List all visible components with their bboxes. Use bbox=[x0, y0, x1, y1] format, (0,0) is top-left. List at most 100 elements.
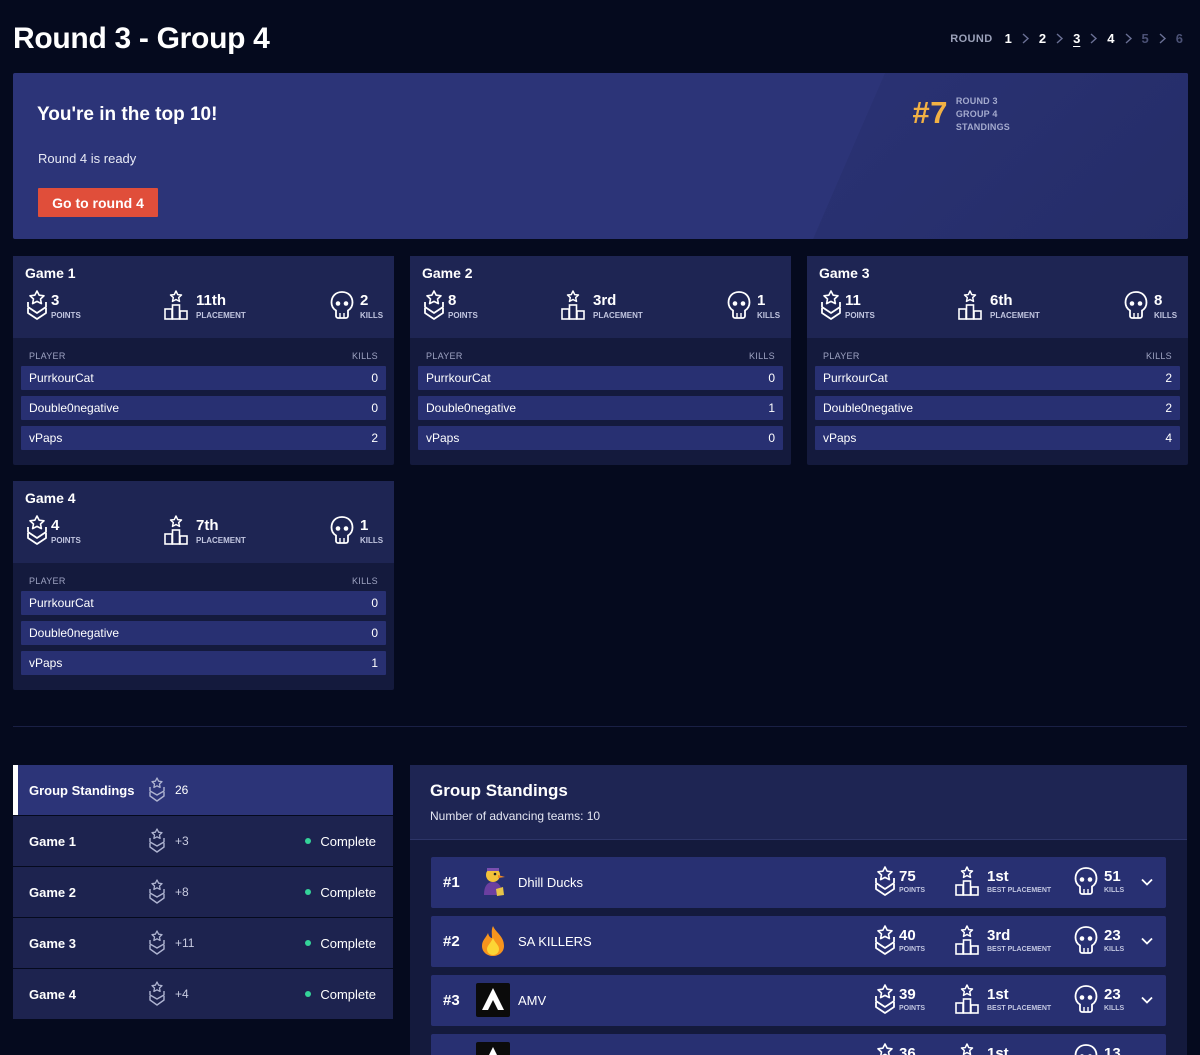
side-item-game-4[interactable]: Game 4 +4 Complete bbox=[13, 969, 393, 1019]
kills-stat: 13KILLS bbox=[1074, 1043, 1124, 1055]
placement-value: 3rd bbox=[593, 292, 617, 309]
player-row: Double0negative 2 bbox=[815, 396, 1180, 420]
team-name: Dhill Ducks bbox=[518, 875, 584, 890]
points-value: 3 bbox=[51, 292, 60, 309]
player-column-header: PLAYER bbox=[29, 576, 66, 586]
points-icon bbox=[27, 290, 47, 320]
placement-stat: 7th PLACEMENT bbox=[164, 515, 246, 547]
status-dot-icon bbox=[305, 991, 312, 997]
team-row[interactable]: #2 SA KILLERS 40 POINTS 3rd BEST PLACEMENT 23 K… bbox=[431, 916, 1166, 967]
player-row: PurrkourCat 0 bbox=[21, 366, 386, 390]
game-card: Game 4 4 POINTS 7th PLACEMENT 1 KILLS PLAYER KIL… bbox=[13, 481, 394, 690]
placement-label: PLACEMENT bbox=[990, 311, 1040, 320]
side-item-game-3[interactable]: Game 3 +11 Complete bbox=[13, 918, 393, 968]
points-stat: 4 POINTS bbox=[25, 515, 81, 547]
round-link-2[interactable]: 2 bbox=[1036, 31, 1049, 46]
round-link-3[interactable]: 3 bbox=[1070, 31, 1083, 46]
team-logo-icon bbox=[476, 1042, 510, 1055]
best-placement-value: 1st bbox=[987, 868, 1009, 885]
team-name: AMV bbox=[518, 993, 547, 1008]
player-kills: 2 bbox=[1165, 371, 1172, 385]
round-link-1[interactable]: 1 bbox=[1002, 31, 1015, 46]
player-column-header: PLAYER bbox=[823, 351, 860, 361]
points-icon bbox=[875, 925, 895, 955]
kills-stat: 51 KILLS bbox=[1074, 866, 1124, 898]
player-kills-table: PLAYER KILLS PurrkourCat 2 Double0negative 2 v… bbox=[815, 351, 1180, 456]
side-item-game-2[interactable]: Game 2 +8 Complete bbox=[13, 867, 393, 917]
round-navigation: ROUND 1 2 3 4 5 6 bbox=[950, 31, 1186, 46]
group-standings-panel: Group Standings Number of advancing team… bbox=[410, 765, 1187, 1055]
round-link-5: 5 bbox=[1141, 31, 1149, 46]
chevron-right-icon bbox=[1020, 33, 1031, 44]
team-row[interactable]: #3 AMV 39 POINTS 1st BEST PLACEMENT 23 KILLS bbox=[431, 975, 1166, 1026]
points-stat: 36POINTS bbox=[873, 1043, 925, 1055]
player-row: vPaps 1 bbox=[21, 651, 386, 675]
side-item-game-1[interactable]: Game 1 +3 Complete bbox=[13, 816, 393, 866]
points-label: POINTS bbox=[899, 946, 926, 953]
banner-title: You're in the top 10! bbox=[37, 104, 218, 125]
round-label: ROUND bbox=[950, 32, 993, 45]
player-kills: 0 bbox=[371, 401, 378, 415]
player-kills: 4 bbox=[1165, 431, 1172, 445]
team-row[interactable]: #1 Dhill Ducks 75 POINTS 1st BEST PLACEMENT 51… bbox=[431, 857, 1166, 908]
player-row: Double0negative 1 bbox=[418, 396, 783, 420]
best-placement-label: BEST PLACEMENT bbox=[987, 946, 1052, 953]
player-kills: 0 bbox=[371, 626, 378, 640]
side-item-points: 26 bbox=[175, 783, 189, 797]
points-value: 39 bbox=[899, 986, 916, 1003]
points-icon bbox=[27, 515, 47, 545]
standings-title: Group Standings bbox=[430, 781, 568, 800]
team-rank: #2 bbox=[443, 933, 460, 950]
placement-label: PLACEMENT bbox=[196, 311, 246, 320]
chevron-down-icon[interactable] bbox=[1140, 993, 1154, 1007]
round-link-4[interactable]: 4 bbox=[1104, 31, 1117, 46]
kills-value: 1 bbox=[757, 292, 766, 309]
player-kills: 0 bbox=[371, 371, 378, 385]
kills-stat: 23 KILLS bbox=[1074, 925, 1124, 957]
table-header: PLAYER KILLS bbox=[21, 351, 386, 361]
side-item-group-standings[interactable]: Group Standings 26 bbox=[13, 765, 393, 815]
points-stat: 3 POINTS bbox=[25, 290, 81, 322]
status-text: Complete bbox=[320, 986, 376, 1002]
status-badge: Complete bbox=[305, 834, 376, 849]
skull-icon bbox=[1074, 867, 1098, 895]
meta-standings: STANDINGS bbox=[955, 122, 1010, 132]
kills-column-header: KILLS bbox=[351, 576, 378, 586]
placement-podium-icon bbox=[955, 984, 979, 1014]
placement-stat: 3rd PLACEMENT bbox=[561, 290, 643, 322]
points-value: 75 bbox=[899, 868, 916, 885]
team-rank: #1 bbox=[443, 874, 460, 891]
player-row: vPaps 2 bbox=[21, 426, 386, 450]
player-row: PurrkourCat 0 bbox=[418, 366, 783, 390]
player-name: vPaps bbox=[29, 656, 63, 670]
chevron-right-icon bbox=[1088, 33, 1099, 44]
points-value: 4 bbox=[51, 517, 60, 534]
player-name: vPaps bbox=[426, 431, 460, 445]
kills-stat: 8 KILLS bbox=[1124, 290, 1177, 322]
points-stat: 11 POINTS bbox=[819, 290, 875, 322]
chevron-right-icon bbox=[1123, 33, 1134, 44]
player-name: PurrkourCat bbox=[426, 371, 491, 385]
player-kills-table: PLAYER KILLS PurrkourCat 0 Double0negative 0 v… bbox=[21, 576, 386, 681]
kills-stat: 1 KILLS bbox=[727, 290, 780, 322]
points-icon bbox=[875, 984, 895, 1014]
points-icon bbox=[821, 290, 841, 320]
kills-stat: 1 KILLS bbox=[330, 515, 383, 547]
game-card-header: Game 4 4 POINTS 7th PLACEMENT 1 KILLS bbox=[13, 481, 394, 563]
placement-value: 11th bbox=[196, 292, 227, 309]
best-placement-stat: 1stBEST PLACEMENT bbox=[955, 1043, 1051, 1055]
standings-subtitle: Number of advancing teams: 10 bbox=[430, 809, 601, 823]
chevron-down-icon[interactable] bbox=[1140, 875, 1154, 889]
game-title: Game 2 bbox=[422, 265, 473, 281]
go-to-round-button[interactable]: Go to round 4 bbox=[38, 188, 158, 217]
player-name: PurrkourCat bbox=[823, 371, 888, 385]
chevron-down-icon[interactable] bbox=[1140, 934, 1154, 948]
points-label: POINTS bbox=[448, 311, 478, 320]
team-logo-icon bbox=[476, 924, 510, 958]
kills-label: KILLS bbox=[1104, 887, 1125, 894]
best-placement-value: 3rd bbox=[987, 927, 1011, 944]
side-item-label: Game 4 bbox=[29, 986, 76, 1002]
team-row[interactable]: 36POINTS 1stBEST PLACEMENT 13KILLS bbox=[431, 1034, 1166, 1055]
player-name: PurrkourCat bbox=[29, 371, 94, 385]
table-header: PLAYER KILLS bbox=[418, 351, 783, 361]
